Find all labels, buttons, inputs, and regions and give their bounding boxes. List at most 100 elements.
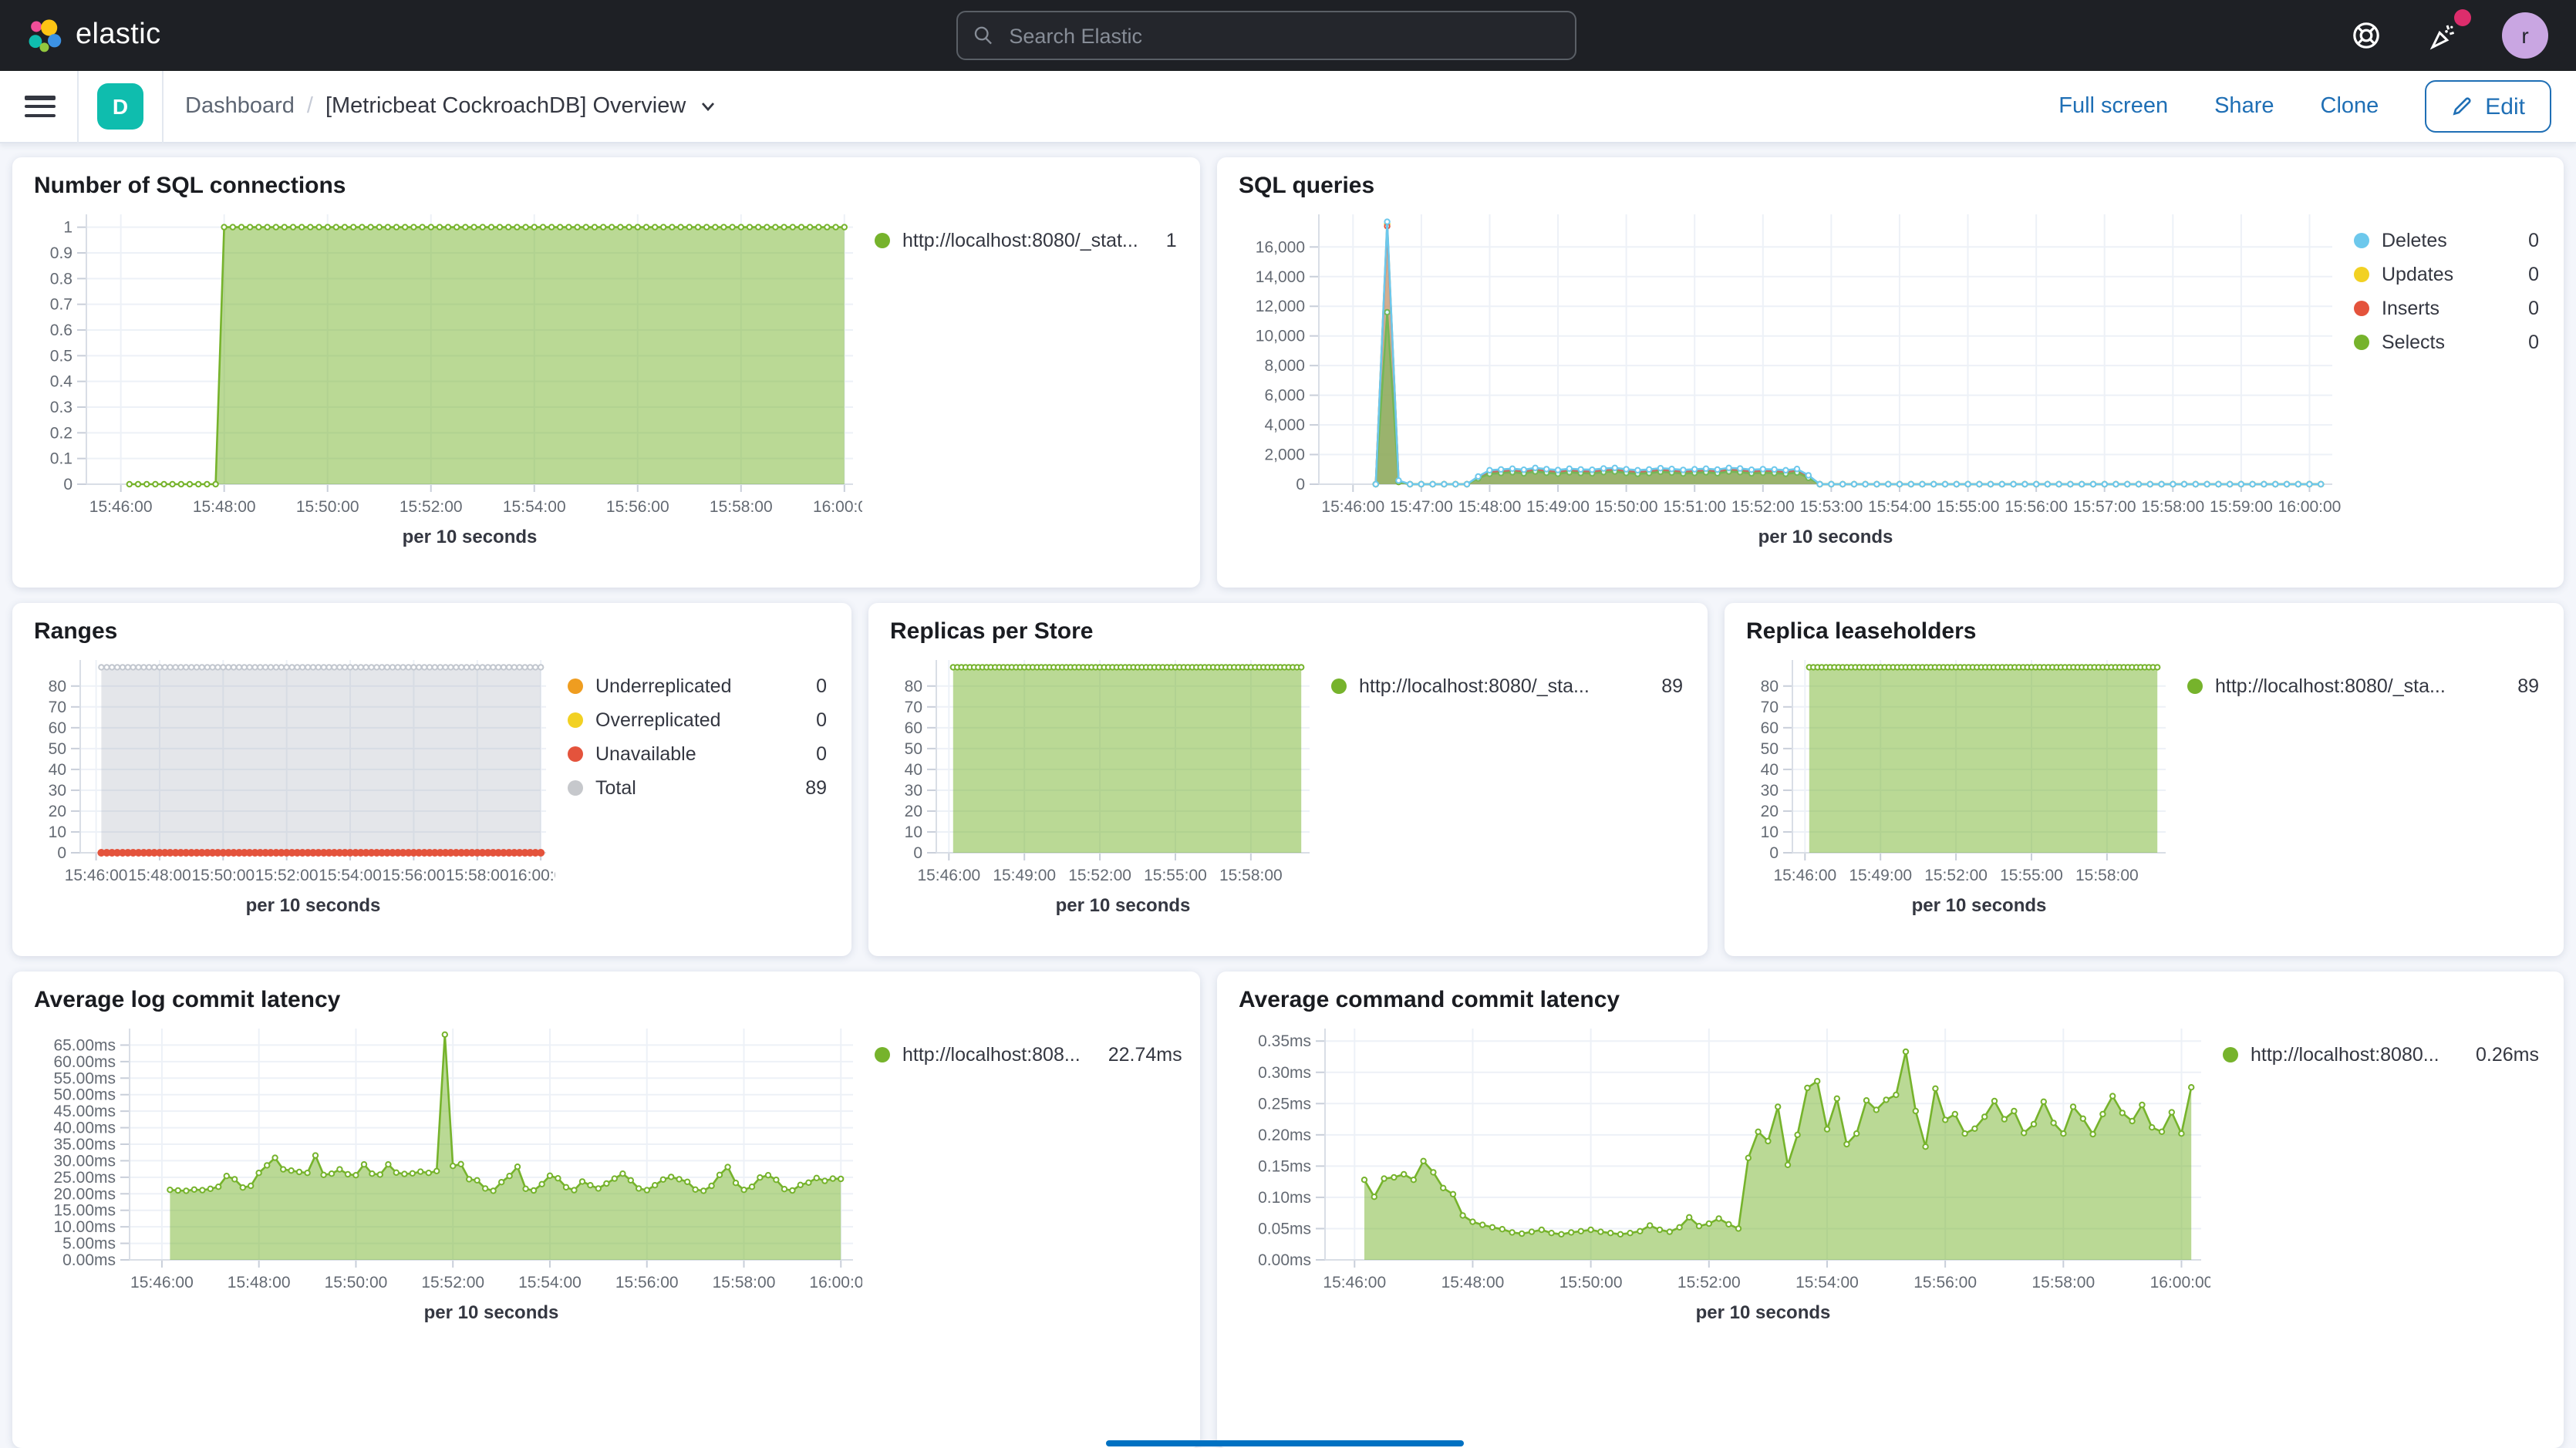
- svg-text:15:58:00: 15:58:00: [1219, 867, 1283, 884]
- svg-text:12,000: 12,000: [1256, 298, 1305, 315]
- legend-color-dot: [875, 1047, 890, 1062]
- legend-label: http://localhost:8080/_sta...: [2215, 675, 2446, 697]
- svg-text:10: 10: [905, 823, 922, 841]
- panel-title: Number of SQL connections: [34, 173, 1178, 199]
- legend-color-dot: [1331, 679, 1347, 694]
- panel-title: Replica leaseholders: [1746, 618, 2542, 645]
- legend-value: 22.74ms: [1093, 1044, 1182, 1066]
- chart-legend: http://localhost:8080/_sta...89: [1319, 648, 1686, 931]
- svg-text:0: 0: [57, 844, 66, 862]
- svg-text:15:48:00: 15:48:00: [1441, 1274, 1505, 1291]
- svg-text:30: 30: [49, 782, 66, 800]
- svg-text:15:54:00: 15:54:00: [1795, 1274, 1859, 1291]
- svg-text:20: 20: [49, 803, 66, 820]
- legend-label: Inserts: [2382, 298, 2439, 319]
- share-button[interactable]: Share: [2214, 94, 2274, 119]
- svg-text:15:46:00: 15:46:00: [1321, 498, 1384, 516]
- svg-text:80: 80: [49, 678, 66, 695]
- svg-text:15:52:00: 15:52:00: [400, 498, 463, 516]
- elastic-logo[interactable]: elastic: [0, 17, 186, 54]
- horizontal-scrollbar-thumb[interactable]: [1106, 1440, 1464, 1446]
- edit-button-label: Edit: [2485, 93, 2525, 120]
- svg-text:15:46:00: 15:46:00: [1773, 867, 1836, 884]
- svg-text:15:51:00: 15:51:00: [1663, 498, 1726, 516]
- legend-item[interactable]: Updates0: [2354, 264, 2539, 285]
- legend-value: 0: [2513, 298, 2539, 319]
- legend-item[interactable]: http://localhost:8080...0.26ms: [2223, 1044, 2539, 1066]
- legend-item[interactable]: Inserts 0: [2354, 298, 2539, 319]
- legend-value: 0: [801, 709, 827, 731]
- panel-title: Replicas per Store: [890, 618, 1686, 645]
- svg-text:0.6: 0.6: [50, 322, 72, 339]
- menu-icon[interactable]: [25, 96, 56, 117]
- svg-text:15:46:00: 15:46:00: [1323, 1274, 1386, 1291]
- dashboard-app-badge[interactable]: D: [97, 83, 143, 130]
- edit-button[interactable]: Edit: [2425, 80, 2551, 133]
- svg-text:50: 50: [1761, 740, 1779, 758]
- log-commit-latency-chart[interactable]: 15:46:0015:48:0015:50:0015:52:0015:54:00…: [34, 1016, 862, 1339]
- svg-text:16:00:00: 16:00:00: [2150, 1274, 2210, 1291]
- legend-item[interactable]: http://localhost:8080/_sta...89: [2187, 675, 2539, 697]
- svg-text:16:00:00: 16:00:00: [509, 867, 555, 884]
- global-search[interactable]: [956, 11, 1576, 60]
- svg-text:per 10 seconds: per 10 seconds: [1056, 895, 1191, 916]
- legend-item[interactable]: http://localhost:8080/_sta...89: [1331, 675, 1683, 697]
- replicas-per-store-chart[interactable]: 15:46:0015:49:0015:52:0015:55:0015:58:00…: [890, 648, 1319, 931]
- legend-value: 0.26ms: [2460, 1044, 2539, 1066]
- clone-button[interactable]: Clone: [2321, 94, 2379, 119]
- legend-item[interactable]: Overreplicated0: [568, 709, 827, 731]
- legend-item[interactable]: Selects0: [2354, 332, 2539, 353]
- svg-text:15:58:00: 15:58:00: [446, 867, 509, 884]
- svg-text:15:52:00: 15:52:00: [255, 867, 319, 884]
- whats-new-button[interactable]: [2425, 17, 2462, 54]
- sql-connections-chart[interactable]: 15:46:0015:48:0015:50:0015:52:0015:54:00…: [34, 202, 862, 563]
- legend-item[interactable]: Unavailable0: [568, 743, 827, 765]
- svg-text:40.00ms: 40.00ms: [53, 1120, 116, 1137]
- divider: [162, 70, 164, 143]
- ranges-chart[interactable]: 15:46:0015:48:0015:50:0015:52:0015:54:00…: [34, 648, 555, 931]
- svg-text:15:50:00: 15:50:00: [325, 1274, 388, 1291]
- legend-color-dot: [2354, 267, 2369, 282]
- help-button[interactable]: [2348, 17, 2385, 54]
- svg-text:0.4: 0.4: [50, 373, 73, 391]
- svg-text:15:55:00: 15:55:00: [1144, 867, 1207, 884]
- legend-label: Unavailable: [595, 743, 696, 765]
- legend-label: http://localhost:8080/_stat...: [902, 230, 1138, 251]
- legend-value: 0: [2513, 264, 2539, 285]
- full-screen-button[interactable]: Full screen: [2058, 94, 2168, 119]
- svg-text:15:56:00: 15:56:00: [2004, 498, 2068, 516]
- svg-text:0: 0: [1296, 476, 1305, 493]
- svg-text:30: 30: [1761, 782, 1779, 800]
- svg-text:15:58:00: 15:58:00: [2141, 498, 2204, 516]
- svg-text:30.00ms: 30.00ms: [53, 1152, 116, 1170]
- command-commit-latency-chart[interactable]: 15:46:0015:48:0015:50:0015:52:0015:54:00…: [1239, 1016, 2210, 1339]
- svg-text:15:50:00: 15:50:00: [191, 867, 255, 884]
- chart-legend: http://localhost:8080...0.26ms: [2210, 1016, 2542, 1339]
- svg-text:15:58:00: 15:58:00: [713, 1274, 776, 1291]
- svg-text:0.8: 0.8: [50, 270, 72, 288]
- svg-text:15:46:00: 15:46:00: [89, 498, 153, 516]
- svg-text:8,000: 8,000: [1264, 357, 1305, 375]
- replica-leaseholders-chart[interactable]: 15:46:0015:49:0015:52:0015:55:0015:58:00…: [1746, 648, 2175, 931]
- svg-text:60: 60: [905, 719, 922, 737]
- svg-text:15:54:00: 15:54:00: [518, 1274, 582, 1291]
- svg-text:0: 0: [1769, 844, 1779, 862]
- user-avatar[interactable]: r: [2502, 12, 2548, 59]
- svg-text:40: 40: [1761, 761, 1779, 779]
- svg-text:30: 30: [905, 782, 922, 800]
- svg-text:per 10 seconds: per 10 seconds: [1696, 1302, 1831, 1323]
- legend-item[interactable]: http://localhost:808...22.74ms: [875, 1044, 1175, 1066]
- legend-item[interactable]: http://localhost:8080/_stat...1: [875, 230, 1175, 251]
- chevron-down-icon[interactable]: [698, 97, 716, 116]
- svg-text:15:46:00: 15:46:00: [917, 867, 980, 884]
- legend-item[interactable]: Total89: [568, 777, 827, 799]
- chart-legend: http://localhost:8080/_stat...1: [862, 202, 1178, 563]
- legend-item[interactable]: Underreplicated0: [568, 675, 827, 697]
- legend-label: Total: [595, 777, 636, 799]
- search-input[interactable]: [1006, 22, 1559, 49]
- breadcrumb-dashboard[interactable]: Dashboard: [185, 94, 295, 119]
- panel-sql-queries: SQL queries 15:46:0015:47:0015:48:0015:4…: [1217, 157, 2564, 588]
- svg-text:15:48:00: 15:48:00: [228, 1274, 291, 1291]
- sql-queries-chart[interactable]: 15:46:0015:47:0015:48:0015:49:0015:50:00…: [1239, 202, 2342, 563]
- legend-item[interactable]: Deletes0: [2354, 230, 2539, 251]
